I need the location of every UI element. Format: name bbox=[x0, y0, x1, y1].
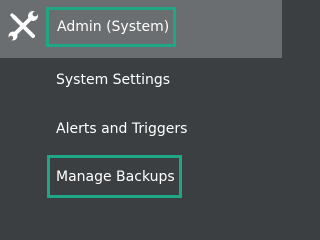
tools-icon bbox=[6, 9, 40, 43]
menu-item-alerts-and-triggers[interactable]: Alerts and Triggers bbox=[56, 121, 187, 137]
admin-menu: Admin (System) System Settings Alerts an… bbox=[0, 0, 282, 213]
menu-item-system-settings[interactable]: System Settings bbox=[56, 72, 170, 88]
menu-header[interactable]: Admin (System) bbox=[0, 0, 282, 58]
menu-item-manage-backups[interactable]: Manage Backups bbox=[56, 169, 175, 185]
manage-backups-highlight[interactable]: Manage Backups bbox=[47, 155, 182, 198]
header-label: Admin (System) bbox=[57, 19, 170, 35]
admin-system-highlight[interactable]: Admin (System) bbox=[46, 7, 176, 47]
